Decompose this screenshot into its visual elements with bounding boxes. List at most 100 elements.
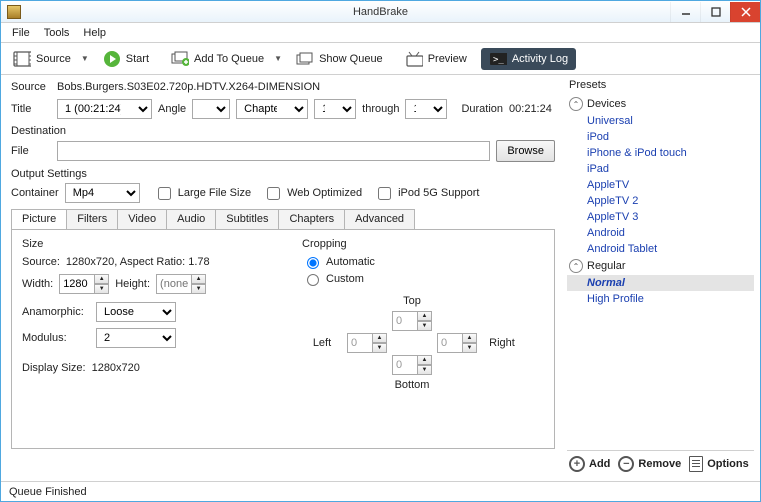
source-label: Source — [11, 81, 51, 93]
preset-group-regular[interactable]: ⌃ Regular — [567, 257, 754, 275]
minus-icon: − — [618, 456, 634, 472]
preset-item[interactable]: AppleTV 2 — [567, 193, 754, 209]
height-input[interactable]: ▲▼ — [156, 274, 206, 294]
status-text: Queue Finished — [9, 486, 87, 498]
modulus-label: Modulus: — [22, 332, 90, 344]
title-select[interactable]: 1 (00:21:24) — [57, 99, 152, 119]
preview-button[interactable]: Preview — [397, 48, 475, 70]
preset-item[interactable]: AppleTV — [567, 177, 754, 193]
presets-toolbar: + Add − Remove Options — [567, 450, 754, 477]
width-label: Width: — [22, 278, 53, 290]
collapse-icon: ⌃ — [569, 259, 583, 273]
title-label: Title — [11, 103, 51, 115]
preset-options-button[interactable]: Options — [689, 456, 749, 472]
ipod-5g-checkbox[interactable]: iPod 5G Support — [374, 184, 479, 203]
preset-item[interactable]: Normal — [567, 275, 754, 291]
preset-item[interactable]: iPad — [567, 161, 754, 177]
preset-item[interactable]: Android — [567, 225, 754, 241]
queue-icon — [296, 51, 314, 67]
picture-panel: Size Source: 1280x720, Aspect Ratio: 1.7… — [11, 229, 555, 449]
preset-remove-button[interactable]: − Remove — [618, 456, 681, 472]
tab-audio[interactable]: Audio — [166, 209, 216, 229]
cropping-automatic-radio[interactable]: Automatic — [302, 254, 544, 269]
source-filename: Bobs.Burgers.S03E02.720p.HDTV.X264-DIMEN… — [57, 81, 320, 93]
source-button-label: Source — [36, 53, 71, 65]
collapse-icon: ⌃ — [569, 97, 583, 111]
range-to-select[interactable]: 1 — [405, 99, 447, 119]
destination-file-input[interactable] — [57, 141, 490, 161]
menu-bar: File Tools Help — [1, 23, 760, 43]
source-button[interactable]: Source — [5, 48, 79, 70]
destination-heading: Destination — [11, 125, 555, 137]
add-to-queue-dropdown-icon[interactable]: ▼ — [274, 54, 282, 63]
picture-source-value: 1280x720, Aspect Ratio: 1.78 — [66, 256, 210, 268]
range-from-select[interactable]: 1 — [314, 99, 356, 119]
settings-tabs: Picture Filters Video Audio Subtitles Ch… — [11, 209, 555, 229]
start-button[interactable]: Start — [95, 48, 157, 70]
menu-tools[interactable]: Tools — [37, 25, 77, 41]
activity-log-label: Activity Log — [512, 53, 568, 65]
picture-source-label: Source: — [22, 256, 60, 268]
crop-bottom-input[interactable]: ▲▼ — [392, 355, 432, 375]
preset-item[interactable]: iPod — [567, 129, 754, 145]
show-queue-button[interactable]: Show Queue — [288, 48, 391, 70]
svg-text:>_: >_ — [493, 55, 504, 65]
crop-right-input[interactable]: ▲▼ — [437, 333, 477, 353]
crop-left-input[interactable]: ▲▼ — [347, 333, 387, 353]
container-label: Container — [11, 187, 59, 199]
spin-up-icon[interactable]: ▲ — [95, 274, 109, 284]
title-bar: HandBrake — [1, 1, 760, 23]
spin-up-icon[interactable]: ▲ — [192, 274, 206, 284]
browse-button[interactable]: Browse — [496, 140, 555, 162]
large-file-checkbox[interactable]: Large File Size — [154, 184, 251, 203]
range-type-select[interactable]: Chapters — [236, 99, 308, 119]
width-input[interactable]: ▲▼ — [59, 274, 109, 294]
source-dropdown-icon[interactable]: ▼ — [81, 54, 89, 63]
crop-right-label: Right — [489, 337, 515, 349]
menu-file[interactable]: File — [5, 25, 37, 41]
add-to-queue-button[interactable]: Add To Queue — [163, 48, 272, 70]
crop-top-label: Top — [403, 295, 421, 307]
cropping-custom-radio[interactable]: Custom — [302, 271, 544, 286]
show-queue-label: Show Queue — [319, 53, 383, 65]
preset-add-button[interactable]: + Add — [569, 456, 610, 472]
container-select[interactable]: Mp4 — [65, 183, 140, 203]
anamorphic-select[interactable]: Loose — [96, 302, 176, 322]
preset-item[interactable]: Android Tablet — [567, 241, 754, 257]
main-panel: Source Bobs.Burgers.S03E02.720p.HDTV.X26… — [1, 75, 565, 481]
size-heading: Size — [22, 238, 282, 250]
tv-icon — [405, 51, 423, 67]
spin-down-icon[interactable]: ▼ — [192, 284, 206, 294]
play-icon — [103, 51, 121, 67]
toolbar: Source ▼ Start Add To Queue ▼ Show Queue… — [1, 43, 760, 75]
duration-value: 00:21:24 — [509, 103, 552, 115]
activity-log-button[interactable]: >_ Activity Log — [481, 48, 576, 70]
modulus-select[interactable]: 2 — [96, 328, 176, 348]
document-icon — [689, 456, 703, 472]
anamorphic-label: Anamorphic: — [22, 306, 90, 318]
preset-item[interactable]: iPhone & iPod touch — [567, 145, 754, 161]
add-queue-icon — [171, 51, 189, 67]
menu-help[interactable]: Help — [76, 25, 113, 41]
web-optimized-checkbox[interactable]: Web Optimized — [263, 184, 362, 203]
output-heading: Output Settings — [11, 168, 555, 180]
add-to-queue-label: Add To Queue — [194, 53, 264, 65]
status-bar: Queue Finished — [1, 481, 760, 501]
spin-down-icon[interactable]: ▼ — [95, 284, 109, 294]
display-size-label: Display Size: — [22, 362, 86, 374]
crop-top-input[interactable]: ▲▼ — [392, 311, 432, 331]
preset-item[interactable]: Universal — [567, 113, 754, 129]
crop-left-label: Left — [313, 337, 331, 349]
tab-picture[interactable]: Picture — [11, 209, 67, 229]
tab-video[interactable]: Video — [117, 209, 167, 229]
angle-select[interactable]: 1 — [192, 99, 230, 119]
tab-subtitles[interactable]: Subtitles — [215, 209, 279, 229]
angle-label: Angle — [158, 103, 186, 115]
preset-item[interactable]: High Profile — [567, 291, 754, 307]
cropping-heading: Cropping — [302, 238, 544, 250]
tab-filters[interactable]: Filters — [66, 209, 118, 229]
tab-chapters[interactable]: Chapters — [278, 209, 345, 229]
tab-advanced[interactable]: Advanced — [344, 209, 415, 229]
preset-item[interactable]: AppleTV 3 — [567, 209, 754, 225]
preset-group-devices[interactable]: ⌃ Devices — [567, 95, 754, 113]
